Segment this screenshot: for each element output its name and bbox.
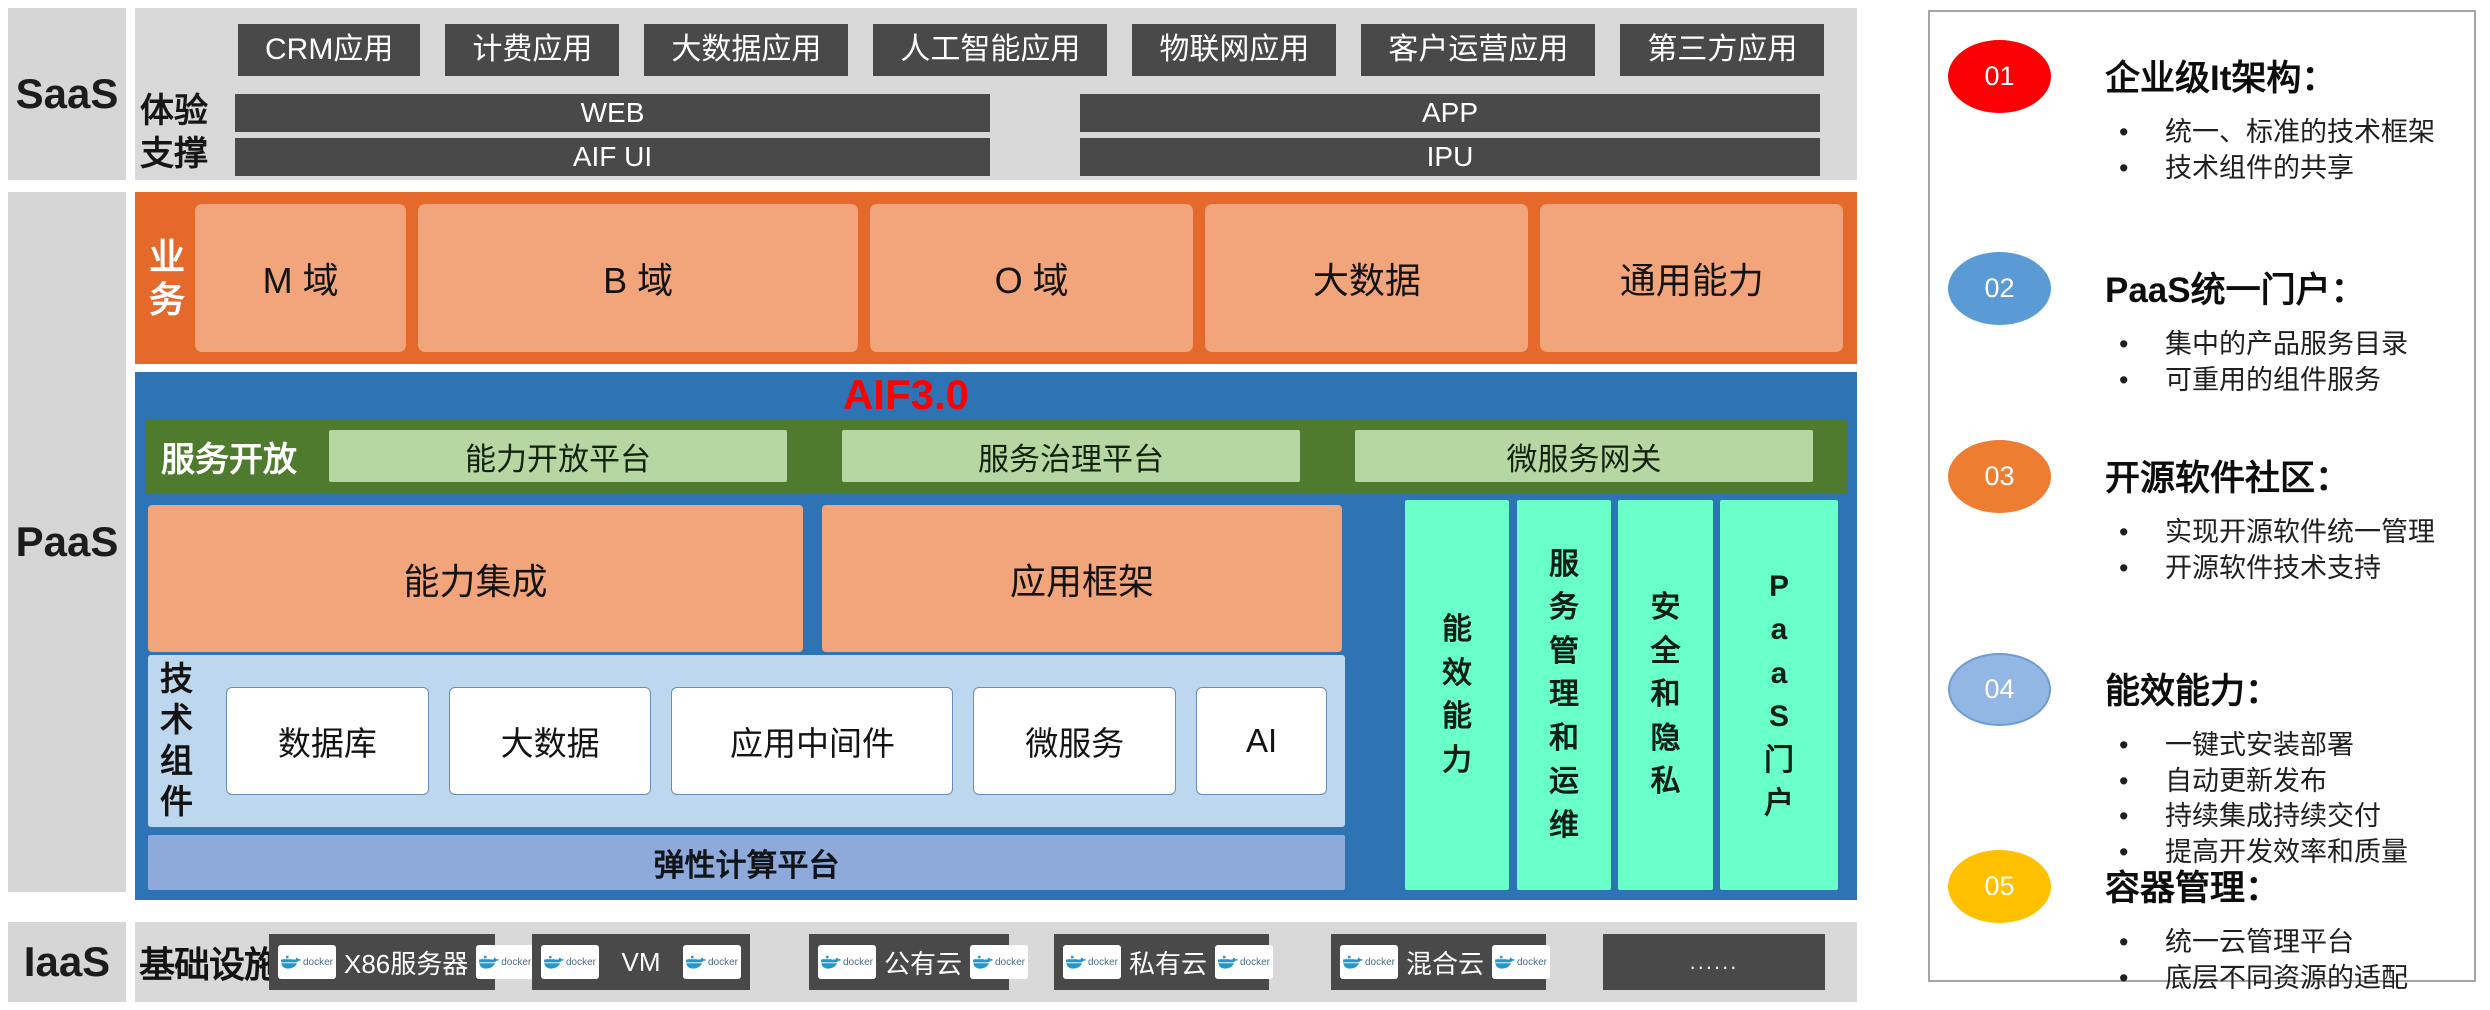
docker-icon: docker	[683, 945, 741, 979]
app-chip-customer-ops: 客户运营应用	[1361, 24, 1595, 76]
tech-components-box: 技术组件 数据库 大数据 应用中间件 微服务 AI	[148, 655, 1345, 827]
domain-b: B 域	[418, 204, 857, 352]
aif-version-title: AIF3.0	[135, 372, 1677, 418]
service-governance-platform: 服务治理平台	[842, 430, 1300, 482]
app-chip-bigdata: 大数据应用	[644, 24, 848, 76]
panel-item-paas-portal: 02 PaaS统一门户： 集中的产品服务目录 可重用的组件服务	[1948, 252, 2460, 398]
panel-bullet: 开源软件技术支持	[2105, 551, 2435, 587]
web-bar: WEB	[235, 94, 990, 132]
panel-bullet: 集中的产品服务目录	[2105, 327, 2408, 363]
app-chip-crm: CRM应用	[238, 24, 420, 76]
service-open-label: 服务开放	[161, 432, 319, 481]
panel-item-title: 开源软件社区：	[2105, 450, 2435, 501]
resource-public-cloud: docker 公有云 docker	[809, 934, 1009, 990]
panel-bullet: 统一云管理平台	[2105, 925, 2408, 961]
pillar-service-mgmt-ops: 服务管理和运维	[1517, 500, 1611, 890]
architecture-diagram: SaaS PaaS IaaS CRM应用 计费应用 大数据应用 人工智能应用 物…	[0, 0, 2490, 1010]
layer-label-iaas: IaaS	[8, 922, 126, 1002]
panel-item-efficiency: 04 能效能力： 一键式安装部署 自动更新发布 持续集成持续交付 提高开发效率和…	[1948, 653, 2460, 871]
panel-item-enterprise-it: 01 企业级It架构： 统一、标准的技术框架 技术组件的共享	[1948, 40, 2460, 186]
panel-item-container-mgmt: 05 容器管理： 统一云管理平台 底层不同资源的适配	[1948, 850, 2460, 996]
panel-bullet: 自动更新发布	[2105, 764, 2408, 800]
resource-hybrid-cloud: docker 混合云 docker	[1331, 934, 1546, 990]
domain-general: 通用能力	[1540, 204, 1843, 352]
panel-bullet: 实现开源软件统一管理	[2105, 515, 2435, 551]
tech-chip-microservice: 微服务	[973, 687, 1176, 795]
pillar-efficiency: 能效能力	[1405, 500, 1509, 890]
panel-item-title: PaaS统一门户：	[2105, 262, 2408, 313]
number-badge-01: 01	[1948, 40, 2051, 113]
docker-icon: docker	[541, 945, 599, 979]
app-chip-iot: 物联网应用	[1132, 24, 1336, 76]
docker-icon: docker	[818, 945, 876, 979]
number-badge-03: 03	[1948, 440, 2051, 513]
panel-bullet: 统一、标准的技术框架	[2105, 115, 2435, 151]
service-open-row: 服务开放 能力开放平台 服务治理平台 微服务网关	[145, 419, 1847, 493]
docker-icon: docker	[476, 945, 534, 979]
business-label: 业务	[149, 192, 191, 364]
tech-chip-middleware: 应用中间件	[671, 687, 953, 795]
panel-bullet: 可重用的组件服务	[2105, 363, 2408, 399]
domain-o: O 域	[870, 204, 1194, 352]
panel-bullet: 持续集成持续交付	[2105, 799, 2408, 835]
saas-apps-row: CRM应用 计费应用 大数据应用 人工智能应用 物联网应用 客户运营应用 第三方…	[238, 24, 1824, 76]
paas-container: AIF3.0 服务开放 能力开放平台 服务治理平台 微服务网关 能力集成 应用框…	[135, 372, 1857, 900]
tech-components-label: 技术组件	[160, 659, 198, 823]
panel-bullet: 一键式安装部署	[2105, 728, 2408, 764]
panel-bullet: 技术组件的共享	[2105, 151, 2435, 187]
ipu-bar: IPU	[1080, 138, 1820, 176]
resource-vm: docker VM docker	[532, 934, 750, 990]
resource-more: ......	[1603, 934, 1825, 990]
panel-item-title: 能效能力：	[2105, 663, 2408, 714]
tech-chip-database: 数据库	[226, 687, 429, 795]
layer-label-saas: SaaS	[8, 8, 126, 180]
docker-icon: docker	[970, 945, 1028, 979]
panel-item-opensource-community: 03 开源软件社区： 实现开源软件统一管理 开源软件技术支持	[1948, 440, 2460, 586]
resource-x86-server: docker X86服务器 docker	[269, 934, 495, 990]
docker-icon: docker	[1340, 945, 1398, 979]
number-badge-04: 04	[1948, 653, 2051, 726]
app-chip-ai: 人工智能应用	[873, 24, 1107, 76]
panel-bullet: 底层不同资源的适配	[2105, 961, 2408, 997]
docker-icon: docker	[1063, 945, 1121, 979]
app-framework-box: 应用框架	[822, 505, 1342, 652]
capability-open-platform: 能力开放平台	[329, 430, 787, 482]
domain-bigdata: 大数据	[1205, 204, 1528, 352]
pillar-paas-portal: PaaS门户	[1720, 500, 1838, 890]
capability-integration-box: 能力集成	[148, 505, 803, 652]
experience-support-label: 体验支撑	[140, 90, 222, 176]
tech-chip-bigdata: 大数据	[449, 687, 652, 795]
elastic-computing-platform-bar: 弹性计算平台	[148, 835, 1345, 890]
number-badge-02: 02	[1948, 252, 2051, 325]
business-domains: M 域 B 域 O 域 大数据 通用能力	[195, 204, 1843, 352]
docker-icon: docker	[278, 945, 336, 979]
iaas-band: 基础设施 docker X86服务器 docker docker VM dock…	[135, 922, 1857, 1002]
business-band: 业务 M 域 B 域 O 域 大数据 通用能力	[135, 192, 1857, 364]
tech-chip-ai: AI	[1196, 687, 1327, 795]
panel-item-title: 企业级It架构：	[2105, 50, 2435, 101]
resource-private-cloud: docker 私有云 docker	[1054, 934, 1269, 990]
app-chip-billing: 计费应用	[445, 24, 619, 76]
service-open-platforms: 能力开放平台 服务治理平台 微服务网关	[329, 430, 1813, 482]
layer-label-paas: PaaS	[8, 192, 126, 892]
app-bar: APP	[1080, 94, 1820, 132]
docker-icon: docker	[1492, 945, 1550, 979]
panel-item-title: 容器管理：	[2105, 860, 2408, 911]
annotation-panel: 01 企业级It架构： 统一、标准的技术框架 技术组件的共享 02 PaaS统一…	[1928, 10, 2476, 982]
docker-icon: docker	[1215, 945, 1273, 979]
number-badge-05: 05	[1948, 850, 2051, 923]
pillar-security-privacy: 安全和隐私	[1618, 500, 1713, 890]
domain-m: M 域	[195, 204, 406, 352]
tech-components-chips: 数据库 大数据 应用中间件 微服务 AI	[226, 687, 1327, 795]
aif-ui-bar: AIF UI	[235, 138, 990, 176]
infrastructure-label: 基础设施	[139, 922, 279, 1002]
app-chip-thirdparty: 第三方应用	[1620, 24, 1824, 76]
microservice-gateway: 微服务网关	[1355, 430, 1813, 482]
saas-band: CRM应用 计费应用 大数据应用 人工智能应用 物联网应用 客户运营应用 第三方…	[135, 8, 1857, 180]
